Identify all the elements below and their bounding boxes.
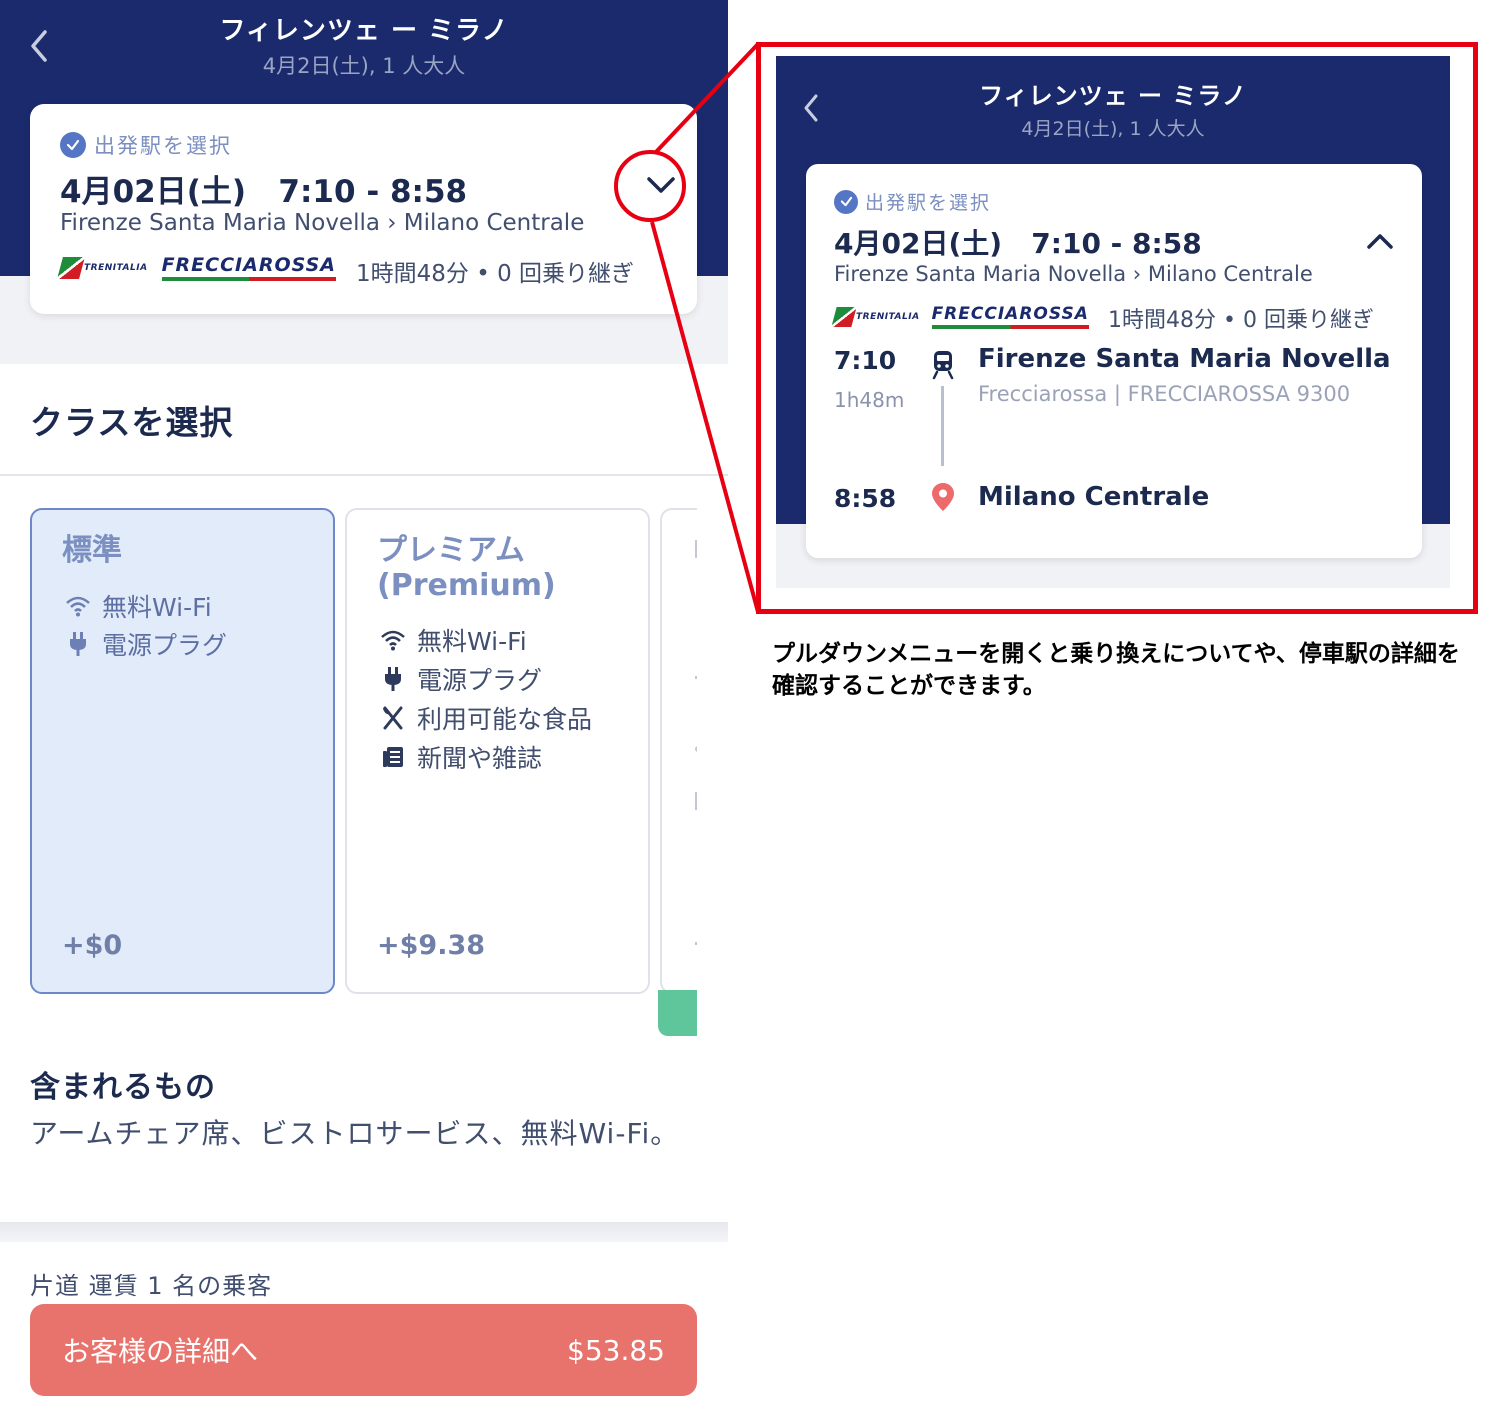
trip-date-time: 4月02日(土) 7:10 - 8:58: [834, 227, 1202, 260]
arrival-time: 8:58: [834, 484, 897, 513]
fare-label: 片道 運賃 1 名の乗客: [30, 1272, 273, 1300]
class-tag: [658, 990, 698, 1036]
wifi-icon: [64, 595, 92, 617]
check-circle-icon: [60, 132, 86, 158]
total-price: $53.85: [567, 1333, 665, 1367]
selected-label: 出発駅を選択: [94, 134, 232, 158]
trenitalia-logo: TRENITALIA: [831, 306, 920, 327]
frecciarossa-logo: FRECCIAROSSA: [931, 304, 1089, 329]
selected-row: 出発駅を選択: [60, 130, 232, 160]
included-body: アームチェア席、ビストロサービス、無料Wi-Fi。: [30, 1117, 680, 1150]
page-subtitle: 4月2日(土), 1 人大人: [262, 54, 466, 78]
footer-divider: [0, 1222, 728, 1242]
selected-row: 出発駅を選択: [834, 188, 991, 215]
class-name: プレミアム (Premium): [377, 533, 556, 603]
highlight-circle: [614, 150, 686, 222]
amenity-item: 電源プラグ: [64, 626, 227, 662]
selected-label: 出発駅を選択: [865, 192, 992, 214]
newspaper-icon: [379, 746, 407, 768]
departure-station: Firenze Santa Maria Novella: [978, 344, 1391, 374]
expanded-trip-card[interactable]: 出発駅を選択 4月02日(土) 7:10 - 8:58 Firenze Sant…: [806, 164, 1422, 558]
chevron-up-icon: [1367, 234, 1393, 249]
route-line: [941, 386, 944, 466]
class-option-standard[interactable]: 標準 無料Wi-Fi 電源プラグ +$0: [30, 508, 335, 994]
plug-icon: [64, 631, 92, 657]
amenity-item: 電源プラグ: [379, 661, 542, 697]
arrival-station: Milano Centrale: [978, 482, 1210, 512]
divider: [0, 474, 728, 476]
departure-time: 7:10: [834, 346, 897, 375]
check-circle-icon: [834, 189, 858, 214]
wifi-icon: [379, 629, 407, 651]
class-section-title: クラスを選択: [30, 403, 234, 442]
frecciarossa-logo: FRECCIAROSSA: [161, 254, 336, 281]
class-price: +$9.38: [377, 930, 486, 961]
zoom-panel: フィレンツェ ー ミラノ 4月2日(土), 1 人大人 出発駅を選択 4月02日…: [776, 56, 1450, 588]
operator-logos: TRENITALIA FRECCIAROSSA: [831, 304, 1089, 329]
continue-label: お客様の詳細へ: [62, 1335, 259, 1368]
trip-route: Firenze Santa Maria Novella › Milano Cen…: [834, 262, 1313, 286]
class-name: 標準: [62, 533, 122, 568]
class-price: +$0: [62, 930, 123, 961]
trenitalia-logo: TRENITALIA: [57, 256, 148, 279]
trip-duration: 1時間48分 • 0 回乗り継ぎ: [1108, 308, 1374, 333]
operator-logos: TRENITALIA FRECCIAROSSA: [57, 254, 336, 281]
amenity-item: 無料Wi-Fi: [64, 588, 212, 624]
included-title: 含まれるもの: [30, 1070, 216, 1105]
zoom-subtitle: 4月2日(土), 1 人大人: [1021, 118, 1205, 140]
collapse-button[interactable]: [1362, 226, 1398, 256]
caption-text: プルダウンメニューを開くと乗り換えについてや、停車駅の詳細を確認することができま…: [772, 641, 1460, 700]
page-title: フィレンツェ ー ミラノ: [219, 16, 509, 46]
amenity-item: 新聞や雑誌: [379, 739, 542, 775]
train-number: Frecciarossa | FRECCIAROSSA 9300: [978, 382, 1351, 406]
travel-time: 1h48m: [834, 388, 905, 412]
train-icon: [932, 350, 954, 384]
plug-icon: [379, 666, 407, 692]
continue-button[interactable]: お客様の詳細へ $53.85: [30, 1304, 697, 1396]
trip-date-time: 4月02日(土) 7:10 - 8:58: [60, 174, 468, 210]
trip-duration: 1時間48分 • 0 回乗り継ぎ: [356, 261, 635, 287]
map-pin-icon: [931, 482, 955, 516]
trip-card[interactable]: 出発駅を選択 4月02日(土) 7:10 - 8:58 Firenze Sant…: [30, 104, 697, 314]
utensils-icon: [379, 706, 407, 730]
app-screen: フィレンツェ ー ミラノ 4月2日(土), 1 人大人 出発駅を選択 4月02日…: [0, 0, 728, 1428]
trip-route: Firenze Santa Maria Novella › Milano Cen…: [60, 210, 585, 236]
zoom-title: フィレンツェ ー ミラノ: [979, 82, 1247, 110]
amenity-item: 利用可能な食品: [379, 700, 592, 736]
amenity-item: 無料Wi-Fi: [379, 622, 527, 658]
class-option-premium[interactable]: プレミアム (Premium) 無料Wi-Fi 電源プラグ 利用可能な食品 新聞…: [345, 508, 650, 994]
